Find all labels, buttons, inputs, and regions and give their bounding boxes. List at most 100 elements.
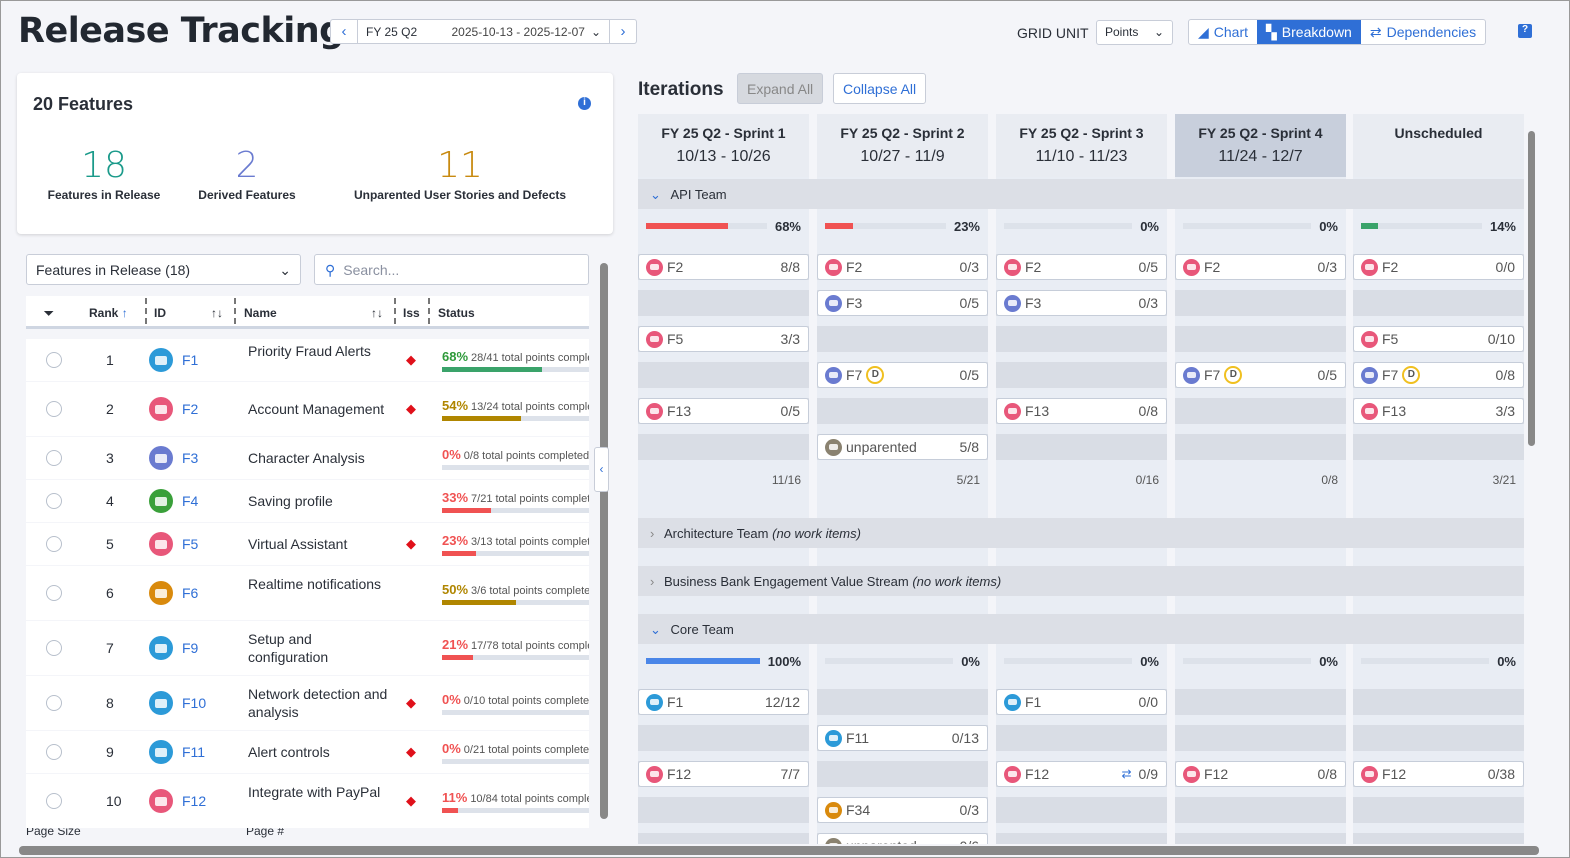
- feature-card[interactable]: F2 8/8: [638, 254, 809, 280]
- row-select-radio[interactable]: [46, 585, 62, 601]
- column-divider[interactable]: [234, 298, 236, 324]
- table-row[interactable]: 7 F9 Setup and configuration 21% 17/78 total…: [26, 621, 589, 675]
- feature-id-link[interactable]: F6: [182, 585, 198, 601]
- feature-card[interactable]: unparented 5/8: [817, 434, 988, 460]
- feature-card[interactable]: unparented 0/6: [817, 833, 988, 844]
- collapse-all-button[interactable]: Collapse All: [833, 73, 927, 104]
- feature-id-link[interactable]: F11: [182, 744, 205, 760]
- feature-id-link[interactable]: F4: [182, 493, 198, 509]
- table-row[interactable]: 10 F12 Integrate with PayPal ◆ 11% 10/84 tota…: [26, 774, 589, 828]
- expand-all-button[interactable]: Expand All: [737, 73, 824, 104]
- table-row[interactable]: 2 F2 Account Management ◆ 54% 13/24 total poi…: [26, 382, 589, 436]
- table-row[interactable]: 6 F6 Realtime notifications 50% 3/6 total po…: [26, 566, 589, 620]
- feature-id-link[interactable]: F12: [182, 793, 206, 809]
- sort-icon[interactable]: ↑↓: [211, 306, 223, 320]
- breakdown-view-button[interactable]: ▚ Breakdown: [1257, 20, 1361, 44]
- feature-card[interactable]: F12 0/38: [1353, 761, 1524, 787]
- chevron-down-icon[interactable]: ⌄: [650, 622, 665, 637]
- feature-card[interactable]: F1 12/12: [638, 689, 809, 715]
- prev-pi-button[interactable]: ‹: [331, 20, 357, 43]
- stat-derived-features[interactable]: 2 Derived Features: [187, 145, 307, 202]
- pi-selector[interactable]: ‹ FY 25 Q2 2025-10-13 - 2025-12-07 ⌄ ›: [330, 19, 637, 44]
- row-select-radio[interactable]: [46, 536, 62, 552]
- table-row[interactable]: 8 F10 Network detection and analysis ◆ 0% 0/1…: [26, 676, 589, 730]
- feature-card[interactable]: F7 D 0/5: [1175, 362, 1346, 388]
- dependencies-view-button[interactable]: ⇄ Dependencies: [1361, 20, 1485, 44]
- row-select-radio[interactable]: [46, 352, 62, 368]
- pi-dropdown[interactable]: FY 25 Q2 2025-10-13 - 2025-12-07 ⌄: [357, 20, 610, 43]
- row-select-radio[interactable]: [46, 793, 62, 809]
- team-header-business-bank-engagement-value-stream[interactable]: › Business Bank Engagement Value Stream …: [638, 566, 1524, 596]
- row-select-radio[interactable]: [46, 744, 62, 760]
- col-id[interactable]: ID: [154, 306, 166, 320]
- feature-card[interactable]: F5 0/10: [1353, 326, 1524, 352]
- chevron-right-icon[interactable]: ›: [650, 574, 658, 589]
- feature-card[interactable]: F13 0/8: [996, 398, 1167, 424]
- feature-card[interactable]: F3 0/3: [996, 290, 1167, 316]
- grid-unit-select[interactable]: Points ⌄: [1096, 20, 1173, 45]
- next-pi-button[interactable]: ›: [610, 20, 636, 43]
- issue-warning-icon[interactable]: ◆: [406, 401, 416, 417]
- info-icon[interactable]: i: [578, 97, 591, 110]
- feature-id-link[interactable]: F3: [182, 450, 198, 466]
- feature-id-link[interactable]: F5: [182, 536, 198, 552]
- chevron-right-icon[interactable]: ›: [650, 526, 658, 541]
- feature-card[interactable]: F5 3/3: [638, 326, 809, 352]
- table-row[interactable]: 5 F5 Virtual Assistant ◆ 23% 3/13 total point…: [26, 523, 589, 565]
- horizontal-scrollbar[interactable]: [19, 846, 1539, 855]
- team-header-architecture-team[interactable]: › Architecture Team (no work items): [638, 518, 1524, 548]
- column-divider[interactable]: [394, 298, 396, 324]
- feature-card[interactable]: F1 0/0: [996, 689, 1167, 715]
- issue-warning-icon[interactable]: ◆: [406, 536, 416, 552]
- feature-card[interactable]: F2 0/3: [1175, 254, 1346, 280]
- search-input[interactable]: ⚲ Search...: [314, 254, 589, 285]
- features-filter-dropdown[interactable]: Features in Release (18) ⌄: [26, 254, 301, 285]
- col-name[interactable]: Name: [244, 306, 277, 320]
- team-header-core-team[interactable]: ⌄ Core Team: [638, 614, 1524, 644]
- col-status[interactable]: Status: [438, 306, 475, 320]
- feature-card[interactable]: F3 0/5: [817, 290, 988, 316]
- collapse-panel-button[interactable]: ‹: [594, 447, 609, 492]
- table-row[interactable]: 1 F1 Priority Fraud Alerts ◆ 68% 28/41 total …: [26, 339, 589, 381]
- feature-card[interactable]: F2 0/5: [996, 254, 1167, 280]
- stat-features-in-release[interactable]: 18 Features in Release: [37, 145, 171, 202]
- column-divider[interactable]: [145, 298, 147, 324]
- row-select-radio[interactable]: [46, 640, 62, 656]
- row-select-radio[interactable]: [46, 695, 62, 711]
- feature-card[interactable]: F12 7/7: [638, 761, 809, 787]
- table-row[interactable]: 4 F4 Saving profile 33% 7/21 total points co…: [26, 480, 589, 522]
- feature-id-link[interactable]: F9: [182, 640, 198, 656]
- row-select-radio[interactable]: [46, 401, 62, 417]
- dependency-icon[interactable]: ⇄: [1121, 767, 1131, 781]
- issue-warning-icon[interactable]: ◆: [406, 793, 416, 809]
- feature-card[interactable]: F2 0/0: [1353, 254, 1524, 280]
- chart-view-button[interactable]: ◢ Chart: [1189, 20, 1257, 44]
- chevron-down-icon[interactable]: ⌄: [650, 187, 665, 202]
- col-issues[interactable]: Iss: [403, 306, 420, 320]
- feature-card[interactable]: F12 ⇄ 0/9: [996, 761, 1167, 787]
- feature-id-link[interactable]: F10: [182, 695, 206, 711]
- row-select-radio[interactable]: [46, 493, 62, 509]
- feature-card[interactable]: F13 3/3: [1353, 398, 1524, 424]
- issue-warning-icon[interactable]: ◆: [406, 352, 416, 368]
- issue-warning-icon[interactable]: ◆: [406, 695, 416, 711]
- feature-card[interactable]: F34 0/3: [817, 797, 988, 823]
- feature-card[interactable]: F7 D 0/5: [817, 362, 988, 388]
- team-header-api-team[interactable]: ⌄ API Team: [638, 179, 1524, 209]
- filter-icon[interactable]: ⏷: [44, 306, 54, 321]
- row-select-radio[interactable]: [46, 450, 62, 466]
- feature-card[interactable]: F12 0/8: [1175, 761, 1346, 787]
- feature-id-link[interactable]: F1: [182, 352, 198, 368]
- table-row[interactable]: 3 F3 Character Analysis 0% 0/8 total points …: [26, 437, 589, 479]
- list-scrollbar[interactable]: [600, 263, 608, 819]
- feature-card[interactable]: F13 0/5: [638, 398, 809, 424]
- table-row[interactable]: 9 F11 Alert controls ◆ 0% 0/21 total points c…: [26, 731, 589, 773]
- col-rank[interactable]: Rank ↑: [89, 306, 128, 320]
- grid-vertical-scrollbar[interactable]: [1528, 131, 1535, 446]
- help-icon[interactable]: ?: [1518, 24, 1532, 38]
- stat-unparented[interactable]: 11 Unparented User Stories and Defects: [342, 145, 578, 202]
- feature-card[interactable]: F2 0/3: [817, 254, 988, 280]
- issue-warning-icon[interactable]: ◆: [406, 744, 416, 760]
- feature-id-link[interactable]: F2: [182, 401, 198, 417]
- feature-card[interactable]: F7 D 0/8: [1353, 362, 1524, 388]
